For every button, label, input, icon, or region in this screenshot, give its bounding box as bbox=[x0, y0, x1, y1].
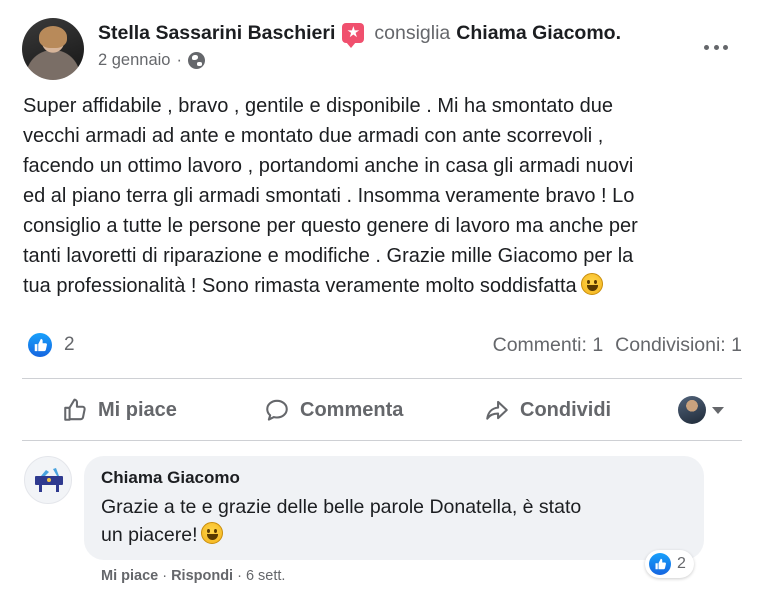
like-button-label: Mi piace bbox=[98, 398, 177, 421]
comment-like-link[interactable]: Mi piace bbox=[101, 568, 158, 584]
comment-actions-separator: · bbox=[237, 568, 242, 584]
comment-icon bbox=[266, 399, 288, 421]
dot-icon bbox=[713, 44, 719, 50]
divider bbox=[22, 440, 742, 441]
post-body: Super affidabile , bravo , gentile e dis… bbox=[23, 91, 743, 301]
dot-icon bbox=[704, 44, 709, 50]
globe-icon bbox=[188, 52, 205, 69]
meta-separator: · bbox=[176, 51, 183, 69]
logo-icon bbox=[35, 468, 63, 492]
action-bar: Mi piace Commenta Condividi bbox=[22, 386, 742, 434]
post-date[interactable]: 2 gennaio bbox=[98, 51, 171, 70]
comment-actions: Mi piace · Rispondi · 6 sett. bbox=[101, 568, 285, 584]
post-header: Stella Sassarini Baschieri ★ consiglia C… bbox=[98, 20, 621, 48]
post-meta: 2 gennaio · bbox=[98, 51, 205, 70]
like-button[interactable]: Mi piace bbox=[62, 397, 177, 423]
shares-count-link[interactable]: Condivisioni: 1 bbox=[615, 334, 742, 357]
caret-down-icon bbox=[712, 406, 724, 414]
comment-reply-link[interactable]: Rispondi bbox=[171, 568, 233, 584]
recommends-label: consiglia bbox=[374, 22, 451, 44]
commenter-avatar[interactable] bbox=[24, 456, 72, 504]
author-avatar[interactable] bbox=[22, 18, 84, 80]
thumbs-up-icon bbox=[64, 398, 86, 421]
reactions-count: 2 bbox=[64, 334, 75, 355]
engagement-stats: Commenti: 1 Condivisioni: 1 bbox=[493, 334, 742, 357]
comment-text: Grazie a te e grazie delle belle parole … bbox=[101, 496, 582, 546]
comment-reactions-count: 2 bbox=[677, 555, 686, 572]
current-user-avatar bbox=[678, 396, 706, 424]
divider bbox=[22, 378, 742, 379]
post-text: Super affidabile , bravo , gentile e dis… bbox=[23, 95, 638, 297]
like-reaction-icon bbox=[28, 333, 52, 357]
comment-author-name[interactable]: Chiama Giacomo bbox=[101, 468, 240, 488]
comment-button-label: Commenta bbox=[300, 398, 404, 421]
comment-body: Grazie a te e grazie delle belle parole … bbox=[101, 493, 661, 549]
share-button-label: Condividi bbox=[520, 398, 612, 421]
like-reaction-icon bbox=[649, 553, 671, 575]
post-as-selector[interactable] bbox=[678, 396, 724, 424]
recommended-page-name[interactable]: Chiama Giacomo. bbox=[456, 20, 621, 46]
comment-bubble: Chiama Giacomo Grazie a te e grazie dell… bbox=[84, 456, 704, 560]
reactions-summary[interactable]: 2 bbox=[28, 333, 75, 357]
share-button[interactable]: Condividi bbox=[484, 397, 611, 423]
comment-time[interactable]: 6 sett. bbox=[246, 568, 286, 584]
dot-icon bbox=[723, 44, 728, 50]
share-arrow-icon bbox=[486, 400, 508, 420]
grinning-emoji-icon bbox=[580, 273, 603, 295]
recommendation-star-icon: ★ bbox=[342, 23, 365, 48]
grinning-emoji-icon bbox=[201, 522, 224, 544]
comment-button[interactable]: Commenta bbox=[264, 397, 403, 423]
comments-count-link[interactable]: Commenti: 1 bbox=[493, 334, 604, 357]
more-options-button[interactable] bbox=[698, 35, 734, 59]
post-author-name[interactable]: Stella Sassarini Baschieri bbox=[98, 20, 335, 46]
comment-reactions[interactable]: 2 bbox=[645, 550, 694, 578]
comment-actions-separator: · bbox=[162, 568, 168, 584]
